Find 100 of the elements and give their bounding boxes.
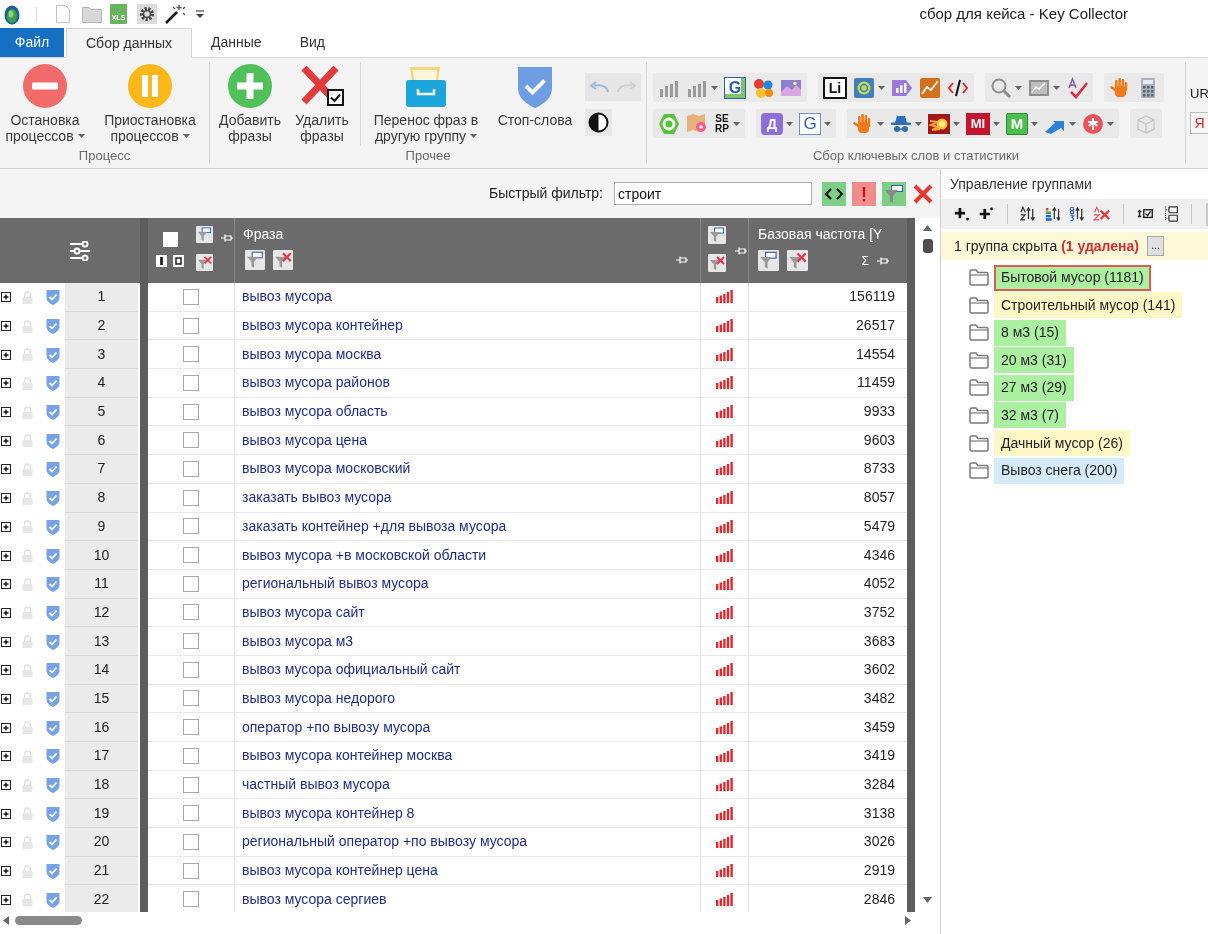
file-tab[interactable]: Файл bbox=[0, 28, 64, 57]
expand-icon[interactable] bbox=[1, 808, 11, 819]
g-logo[interactable]: G bbox=[724, 76, 746, 99]
row-checkbox[interactable] bbox=[183, 403, 199, 420]
sort-number-icon[interactable] bbox=[1068, 205, 1085, 223]
add-group-icon[interactable] bbox=[954, 205, 970, 223]
shield-check-icon[interactable] bbox=[46, 518, 60, 535]
row-checkbox[interactable] bbox=[183, 862, 199, 879]
signal-bars-icon[interactable] bbox=[716, 376, 733, 390]
row-checkbox[interactable] bbox=[183, 633, 199, 650]
shield-check-icon[interactable] bbox=[46, 346, 60, 363]
group-tree-item[interactable]: Дачный мусор (26) bbox=[994, 430, 1130, 457]
shield-check-icon[interactable] bbox=[46, 604, 60, 621]
signal-bars-icon[interactable] bbox=[716, 691, 733, 705]
signal-bars-icon[interactable] bbox=[716, 892, 733, 906]
sort-icon[interactable] bbox=[1020, 205, 1036, 223]
sum-sign[interactable]: Σ bbox=[861, 251, 869, 270]
map-pin-icon[interactable] bbox=[686, 112, 708, 135]
column-header[interactable]: Базовая частота [Y bbox=[749, 218, 907, 242]
folder-icon[interactable] bbox=[969, 296, 989, 314]
row-checkbox[interactable] bbox=[183, 891, 199, 908]
row-checkbox[interactable] bbox=[183, 661, 199, 678]
magic-wand-icon[interactable] bbox=[164, 4, 186, 24]
ribbon-tab[interactable]: Вид bbox=[280, 28, 344, 57]
expand-icon[interactable] bbox=[1, 751, 11, 762]
li-logo[interactable]: Li bbox=[823, 76, 847, 99]
filter-clear-icon[interactable] bbox=[273, 250, 293, 270]
group-tree-item[interactable]: Вывоз снега (200) bbox=[994, 457, 1125, 484]
caret-icon[interactable] bbox=[786, 121, 793, 126]
shield-check-icon[interactable] bbox=[46, 777, 60, 794]
customize-icon[interactable] bbox=[196, 9, 204, 19]
signal-bars-icon[interactable] bbox=[716, 491, 733, 505]
shield-check-icon[interactable] bbox=[46, 576, 60, 593]
group-tree-item[interactable]: 20 м3 (31) bbox=[994, 347, 1074, 374]
signal-bars-icon[interactable] bbox=[716, 864, 733, 878]
code-brackets-icon[interactable] bbox=[822, 181, 846, 206]
row-checkbox[interactable] bbox=[183, 805, 199, 822]
signal-bars-icon[interactable] bbox=[716, 577, 733, 591]
expand-icon[interactable] bbox=[1, 780, 11, 791]
shield-check-icon[interactable] bbox=[46, 318, 60, 335]
group-tree-item[interactable]: Строительный мусор (141) bbox=[994, 292, 1183, 319]
clear-sort-icon[interactable] bbox=[1093, 205, 1111, 223]
scrollbar-thumb[interactable] bbox=[922, 239, 933, 253]
shield-check-icon[interactable] bbox=[46, 891, 60, 908]
group-tree-item[interactable]: Бытовой мусор (1181) bbox=[994, 264, 1151, 291]
close-icon[interactable] bbox=[912, 182, 934, 205]
pin-icon[interactable] bbox=[221, 234, 233, 242]
caret-icon[interactable] bbox=[878, 85, 885, 90]
pin-icon[interactable] bbox=[877, 256, 889, 265]
expand-icon[interactable] bbox=[1, 464, 11, 475]
settings-icon[interactable] bbox=[137, 4, 157, 24]
caret-icon[interactable] bbox=[182, 134, 190, 138]
shield-check-icon[interactable] bbox=[46, 490, 60, 507]
signal-bars-icon[interactable] bbox=[716, 519, 733, 533]
shield-check-icon[interactable] bbox=[46, 633, 60, 650]
pause-processes-button[interactable]: Приостановка процессов bbox=[100, 64, 200, 144]
caret-icon[interactable] bbox=[470, 134, 478, 138]
app-logo-icon[interactable] bbox=[4, 3, 20, 25]
add-phrases-button[interactable]: Добавить фразы bbox=[217, 64, 283, 144]
expand-icon[interactable] bbox=[1, 493, 11, 504]
expand-icon[interactable] bbox=[1, 550, 11, 561]
shield-check-icon[interactable] bbox=[46, 289, 60, 306]
expand-icon[interactable] bbox=[1, 837, 11, 848]
row-checkbox[interactable] bbox=[183, 374, 199, 391]
row-checkbox[interactable] bbox=[183, 833, 199, 850]
caret-icon[interactable] bbox=[733, 121, 740, 126]
filter-icon[interactable] bbox=[245, 250, 265, 270]
shield-check-icon[interactable] bbox=[46, 461, 60, 478]
tree-icon[interactable] bbox=[1162, 204, 1179, 224]
d-logo[interactable]: Д bbox=[761, 112, 783, 135]
scroll-down-icon[interactable] bbox=[923, 897, 932, 903]
fireball-icon[interactable] bbox=[928, 112, 950, 135]
shield-check-icon[interactable] bbox=[46, 863, 60, 880]
caret-icon[interactable] bbox=[1031, 121, 1038, 126]
row-checkbox[interactable] bbox=[183, 518, 199, 535]
folder-icon[interactable] bbox=[969, 406, 989, 424]
group-tree-item[interactable]: 32 м3 (7) bbox=[994, 402, 1066, 429]
row-checkbox[interactable] bbox=[183, 690, 199, 707]
shield-check-icon[interactable] bbox=[46, 748, 60, 765]
quick-filter-field[interactable]: строит bbox=[614, 182, 812, 205]
signal-bars-icon[interactable] bbox=[716, 347, 733, 361]
row-checkbox[interactable] bbox=[183, 317, 199, 334]
shield-check-icon[interactable] bbox=[46, 719, 60, 736]
signal-bars-icon[interactable] bbox=[716, 462, 733, 476]
g-logo[interactable]: G bbox=[799, 112, 821, 135]
caret-icon[interactable] bbox=[1107, 121, 1114, 126]
expand-icon[interactable] bbox=[1, 693, 11, 704]
scroll-up-icon[interactable] bbox=[923, 225, 932, 231]
signal-bars-icon[interactable] bbox=[716, 634, 733, 648]
filter-icon[interactable] bbox=[758, 250, 779, 271]
shield-check-icon[interactable] bbox=[46, 404, 60, 421]
signal-bars-icon[interactable] bbox=[716, 290, 733, 304]
filter-icon[interactable] bbox=[196, 226, 213, 243]
shield-check-icon[interactable] bbox=[46, 690, 60, 707]
expand-icon[interactable] bbox=[1, 321, 11, 332]
folder-icon[interactable] bbox=[969, 269, 989, 286]
ribbon-tab[interactable]: Сбор данных bbox=[66, 28, 193, 58]
expand-icon[interactable] bbox=[1, 722, 11, 733]
serp-logo[interactable]: SERP bbox=[714, 113, 730, 134]
dots-icon[interactable] bbox=[752, 76, 774, 99]
